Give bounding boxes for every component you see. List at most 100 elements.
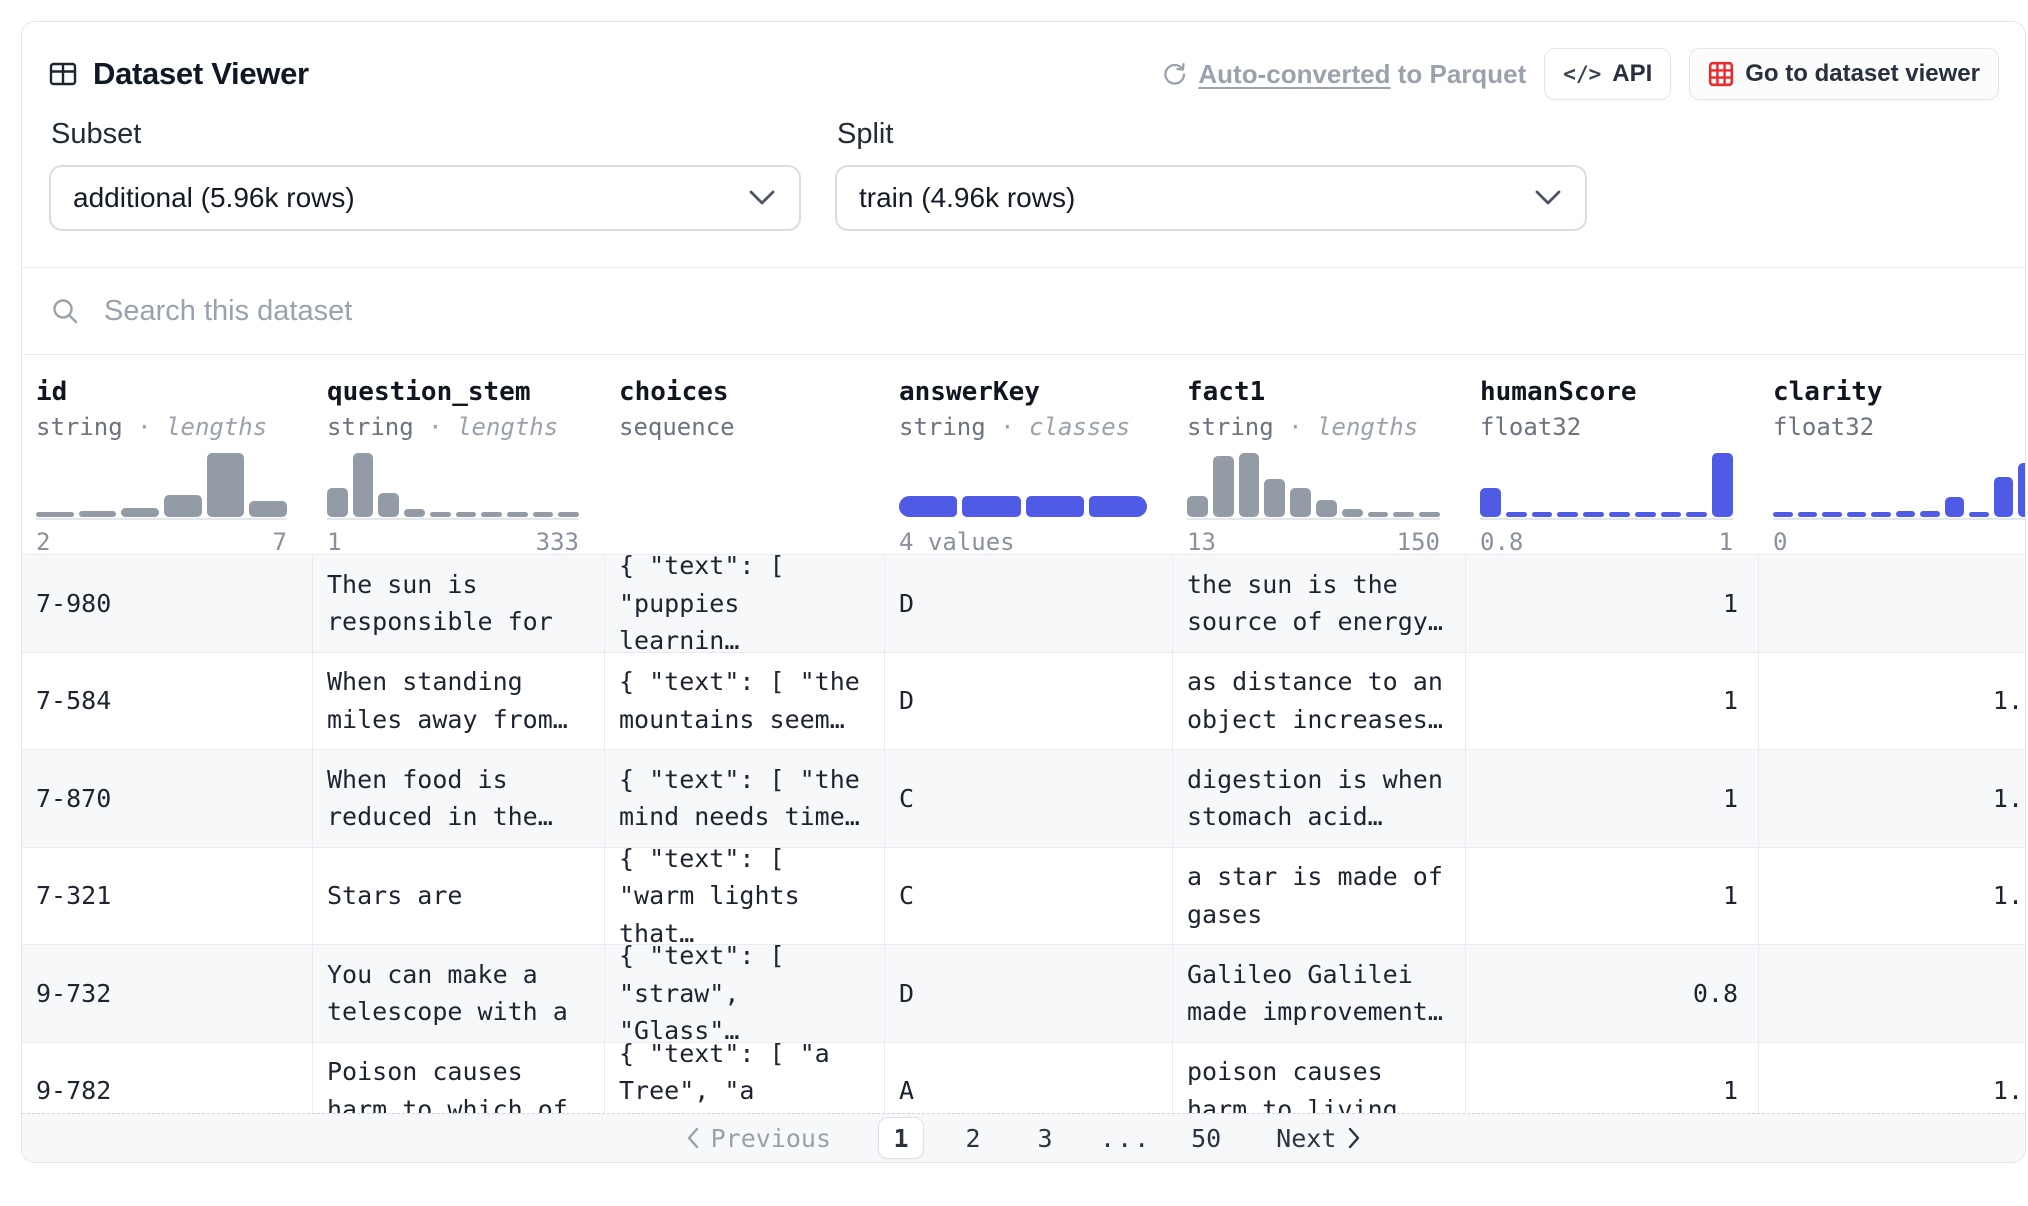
histogram-bar: [430, 512, 451, 517]
cell-question_stem[interactable]: The sun is responsible for: [313, 555, 605, 652]
api-button-label: API: [1612, 60, 1652, 88]
cell-value: { "text": [ "puppies learnin…: [619, 554, 870, 660]
page-button-50[interactable]: 50: [1183, 1117, 1229, 1159]
cell-value: D: [899, 975, 914, 1013]
cell-answerKey[interactable]: C: [885, 750, 1173, 847]
column-type: string · classes: [899, 413, 1173, 441]
cell-question_stem[interactable]: Stars are: [313, 848, 605, 945]
column-header-choices[interactable]: choicessequence: [605, 355, 885, 554]
title-group: Dataset Viewer: [48, 56, 309, 92]
cell-choices[interactable]: { "text": [ "puppies learnin…: [605, 555, 885, 652]
histogram-bar: [507, 512, 528, 517]
cell-clarity[interactable]: [1759, 555, 2025, 652]
cell-fact1[interactable]: digestion is when stomach acid…: [1173, 750, 1466, 847]
histogram-bars: [1773, 453, 2026, 517]
column-dtype: string: [1187, 413, 1274, 441]
cell-choices[interactable]: { "text": [ "warm lights that…: [605, 848, 885, 945]
cell-humanScore[interactable]: 1: [1466, 653, 1759, 750]
cell-choices[interactable]: { "text": [ "the mind needs time…: [605, 750, 885, 847]
search-input[interactable]: [102, 294, 1997, 329]
dtype-separator: ·: [123, 413, 166, 441]
cell-fact1[interactable]: as distance to an object increases…: [1173, 653, 1466, 750]
split-label: Split: [837, 118, 1587, 151]
goto-dataset-viewer-button[interactable]: Go to dataset viewer: [1689, 48, 1999, 100]
cell-answerKey[interactable]: D: [885, 555, 1173, 652]
subset-select[interactable]: additional (5.96k rows): [49, 165, 801, 231]
cell-value: 1: [1723, 780, 1738, 818]
cell-humanScore[interactable]: 1: [1466, 848, 1759, 945]
cell-fact1[interactable]: Galileo Galilei made improvement…: [1173, 945, 1466, 1042]
column-header-answerKey[interactable]: answerKeystring · classes4 values: [885, 355, 1173, 554]
cell-id[interactable]: 7-870: [22, 750, 313, 847]
auto-converted-note[interactable]: Auto-converted to Parquet: [1161, 59, 1526, 90]
cell-humanScore[interactable]: 0.8: [1466, 945, 1759, 1042]
cell-id[interactable]: 7-980: [22, 555, 313, 652]
next-page-button[interactable]: Next: [1270, 1123, 1367, 1154]
cell-humanScore[interactable]: 1: [1466, 555, 1759, 652]
search-bar: [22, 267, 2025, 355]
histogram-bar: [1609, 512, 1630, 517]
histogram-segment: [962, 496, 1020, 517]
cell-answerKey[interactable]: C: [885, 848, 1173, 945]
previous-label: Previous: [711, 1124, 831, 1153]
chevron-left-icon: [686, 1127, 699, 1149]
cell-clarity[interactable]: 1.: [1759, 848, 2025, 945]
cell-clarity[interactable]: [1759, 945, 2025, 1042]
column-header-humanScore[interactable]: humanScorefloat320.81: [1466, 355, 1759, 554]
histogram-clarity: 0: [1773, 453, 2026, 556]
cell-value: 1.: [1993, 682, 2023, 720]
histogram-bar: [456, 512, 477, 517]
page-button-1[interactable]: 1: [878, 1117, 924, 1159]
histogram-range-labels: 0.81: [1480, 528, 1733, 556]
column-name: id: [36, 377, 313, 407]
cell-id[interactable]: 7-321: [22, 848, 313, 945]
cell-value: 7-321: [36, 877, 111, 915]
cell-choices[interactable]: { "text": [ "the mountains seem…: [605, 653, 885, 750]
column-dtype: string: [36, 413, 123, 441]
cell-question_stem[interactable]: When standing miles away from…: [313, 653, 605, 750]
histogram-bar: [1290, 488, 1311, 517]
column-header-question_stem[interactable]: question_stemstring · lengths1333: [313, 355, 605, 554]
header-actions: Auto-converted to Parquet </> API Go to …: [1161, 48, 1999, 100]
api-button[interactable]: </> API: [1544, 48, 1671, 100]
table-row: 7-870 When food is reduced in the…{ "text…: [22, 749, 2025, 847]
histogram-bar: [164, 495, 202, 517]
chevron-down-icon: [749, 190, 775, 206]
histogram-min-label: 0.8: [1480, 528, 1523, 556]
column-header-id[interactable]: idstring · lengths27: [22, 355, 313, 554]
histogram-bar: [1239, 453, 1260, 517]
column-dtype: float32: [1480, 413, 1581, 441]
cell-fact1[interactable]: the sun is the source of energy…: [1173, 555, 1466, 652]
histogram-baseline: [1773, 518, 2026, 520]
column-header-fact1[interactable]: fact1string · lengths13150: [1173, 355, 1466, 554]
cell-clarity[interactable]: 1.: [1759, 750, 2025, 847]
page-button-3[interactable]: 3: [1022, 1117, 1068, 1159]
page-button-2[interactable]: 2: [950, 1117, 996, 1159]
cell-value: 7-980: [36, 585, 111, 623]
column-name: choices: [619, 377, 885, 407]
column-dtype: string: [327, 413, 414, 441]
previous-page-button[interactable]: Previous: [680, 1123, 837, 1154]
split-select[interactable]: train (4.96k rows): [835, 165, 1587, 231]
cell-value: { "text": [ "the mountains seem…: [619, 663, 870, 738]
cell-value: When standing miles away from…: [327, 663, 590, 738]
column-type: string · lengths: [327, 413, 605, 441]
cell-question_stem[interactable]: When food is reduced in the…: [313, 750, 605, 847]
cell-answerKey[interactable]: D: [885, 945, 1173, 1042]
cell-choices[interactable]: { "text": [ "straw", "Glass"…: [605, 945, 885, 1042]
cell-humanScore[interactable]: 1: [1466, 750, 1759, 847]
cell-value: 9-732: [36, 975, 111, 1013]
cell-clarity[interactable]: 1.: [1759, 653, 2025, 750]
cell-fact1[interactable]: a star is made of gases: [1173, 848, 1466, 945]
column-header-clarity[interactable]: clarityfloat320: [1759, 355, 2026, 554]
cell-question_stem[interactable]: You can make a telescope with a: [313, 945, 605, 1042]
auto-converted-link[interactable]: Auto-converted: [1198, 59, 1390, 89]
histogram-min-label: 2: [36, 528, 50, 556]
histogram-bar: [1583, 512, 1604, 517]
cell-id[interactable]: 9-732: [22, 945, 313, 1042]
cell-id[interactable]: 7-584: [22, 653, 313, 750]
cell-answerKey[interactable]: D: [885, 653, 1173, 750]
histogram-bar: [1896, 511, 1916, 517]
histogram-baseline: [36, 518, 287, 520]
cell-value: 7-870: [36, 780, 111, 818]
